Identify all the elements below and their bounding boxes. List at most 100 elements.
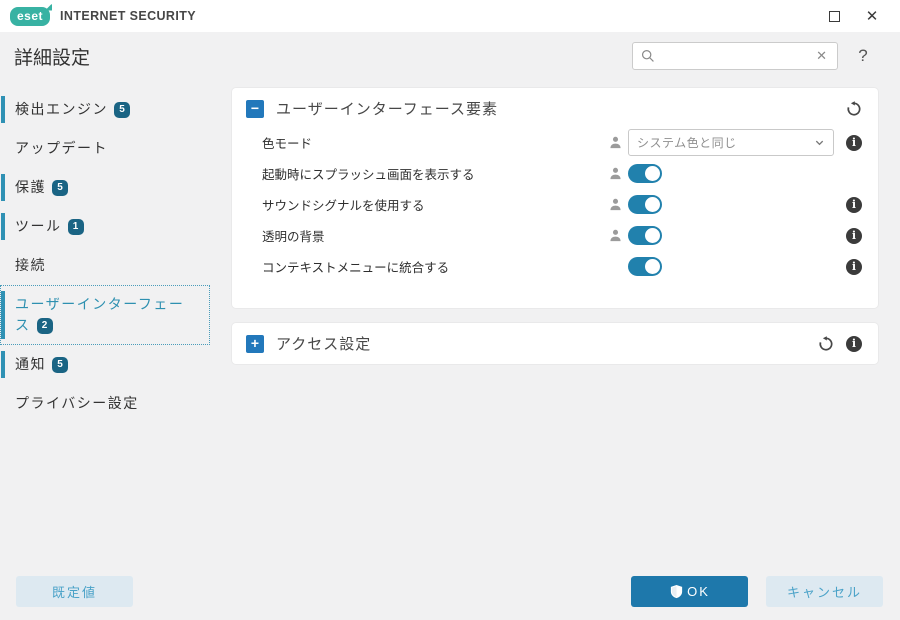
control-slot [628, 226, 834, 245]
section-title: アクセス設定 [276, 333, 371, 354]
sidebar-item-user-interface[interactable]: ユーザーインターフェース2 [0, 285, 210, 345]
admin-slot [606, 228, 624, 243]
revert-to-default-button[interactable] [846, 101, 862, 117]
section-ui-elements-header: − ユーザーインターフェース要素 [232, 88, 878, 127]
settings-content: − ユーザーインターフェース要素 色モード [232, 80, 900, 379]
maximize-button[interactable] [822, 4, 846, 28]
admin-slot [606, 166, 624, 181]
sidebar-item-tools[interactable]: ツール 1 [0, 207, 210, 246]
context-menu-toggle-on[interactable] [628, 257, 662, 276]
status-badge: 5 [52, 357, 68, 373]
toggle-knob [645, 259, 660, 274]
titlebar: eset INTERNET SECURITY ✕ [0, 0, 900, 32]
info-icon[interactable]: i [846, 197, 862, 213]
help-icon[interactable]: ? [854, 46, 872, 66]
eset-advanced-setup-window: eset INTERNET SECURITY ✕ 詳細設定 ✕ ? [0, 0, 900, 620]
sidebar-item-label: 保護 [15, 179, 46, 195]
expand-icon[interactable]: + [246, 335, 264, 353]
control-slot: システム色と同じ [628, 129, 834, 156]
sidebar-item-label: アップデート [15, 140, 108, 156]
toggle-knob [645, 166, 660, 181]
sidebar-item-label: 検出エンジン [15, 101, 108, 117]
sidebar-item-notifications[interactable]: 通知 5 [0, 345, 210, 384]
info-icon[interactable]: i [846, 336, 862, 352]
eset-logo: eset [10, 7, 50, 26]
setting-row-transparent-background: 透明の背景 i [232, 220, 878, 251]
status-badge: 5 [114, 102, 130, 118]
modified-indicator-bar [1, 174, 5, 201]
setting-row-color-mode: 色モード システム色と同じ [232, 127, 878, 158]
info-slot: i [846, 197, 862, 213]
setting-row-splash-screen: 起動時にスプラッシュ画面を表示する [232, 158, 878, 189]
search-clear-icon[interactable]: ✕ [814, 48, 829, 64]
page-title: 詳細設定 [14, 43, 90, 70]
sidebar-item-label: プライバシー設定 [15, 395, 139, 411]
cancel-button[interactable]: キャンセル [766, 576, 883, 607]
color-mode-dropdown[interactable]: システム色と同じ [628, 129, 834, 156]
sidebar-item-detection-engine[interactable]: 検出エンジン 5 [0, 90, 210, 129]
modified-indicator-bar [1, 213, 5, 240]
close-button[interactable]: ✕ [860, 4, 884, 28]
sidebar-item-protection[interactable]: 保護 5 [0, 168, 210, 207]
sound-signal-toggle-on[interactable] [628, 195, 662, 214]
ok-button-label: OK [687, 584, 710, 599]
window-controls: ✕ [822, 4, 900, 28]
sidebar-item-label: 接続 [15, 257, 46, 273]
modified-indicator-bar [1, 291, 5, 339]
search-input[interactable] [661, 49, 814, 63]
toggle-knob [645, 228, 660, 243]
section-access-setup: + アクセス設定 i [232, 323, 878, 364]
control-slot [628, 257, 834, 276]
transparent-background-toggle-on[interactable] [628, 226, 662, 245]
setting-label: コンテキストメニューに統合する [262, 257, 606, 276]
section-header-icons: i [818, 336, 862, 352]
main-area: 検出エンジン 5 アップデート 保護 5 ツール 1 接続 ユーザーインターフェース2 [0, 80, 900, 423]
sidebar-item-label: 通知 [15, 356, 46, 372]
control-slot [628, 195, 834, 214]
maximize-icon [829, 11, 840, 22]
sidebar-item-connectivity[interactable]: 接続 [0, 246, 210, 285]
splash-screen-toggle-on[interactable] [628, 164, 662, 183]
dropdown-selected-value: システム色と同じ [637, 134, 814, 151]
app-name: INTERNET SECURITY [60, 9, 196, 23]
revert-to-default-button[interactable] [818, 336, 834, 352]
chevron-down-icon [814, 137, 825, 148]
modified-indicator-bar [1, 96, 5, 123]
info-slot: i [846, 259, 862, 275]
sidebar-item-label: ツール [15, 218, 62, 234]
status-badge: 2 [37, 318, 53, 334]
section-header-icons [846, 101, 862, 117]
info-slot: i [846, 135, 862, 151]
setting-row-context-menu: コンテキストメニューに統合する i [232, 251, 878, 282]
control-slot [628, 164, 834, 183]
admin-user-icon [608, 228, 623, 243]
footer: 既定値 OK キャンセル [16, 576, 883, 607]
admin-user-icon [608, 135, 623, 150]
info-icon[interactable]: i [846, 135, 862, 151]
default-button[interactable]: 既定値 [16, 576, 133, 607]
search-icon [641, 49, 655, 63]
info-icon[interactable]: i [846, 228, 862, 244]
status-badge: 1 [68, 219, 84, 235]
info-icon[interactable]: i [846, 259, 862, 275]
sidebar-item-update[interactable]: アップデート [0, 129, 210, 168]
setting-label: 色モード [262, 133, 606, 152]
collapse-icon[interactable]: − [246, 100, 264, 118]
setting-label: 透明の背景 [262, 226, 606, 245]
ok-button[interactable]: OK [631, 576, 748, 607]
setting-row-sound-signal: サウンドシグナルを使用する i [232, 189, 878, 220]
toggle-knob [645, 197, 660, 212]
admin-user-icon [608, 197, 623, 212]
status-badge: 5 [52, 180, 68, 196]
sidebar-item-privacy-settings[interactable]: プライバシー設定 [0, 384, 210, 423]
search-box[interactable]: ✕ [632, 42, 838, 70]
section-title: ユーザーインターフェース要素 [276, 98, 498, 119]
revert-icon [818, 336, 834, 352]
section-ui-elements: − ユーザーインターフェース要素 色モード [232, 88, 878, 308]
modified-indicator-bar [1, 351, 5, 378]
section-access-setup-header: + アクセス設定 i [232, 323, 878, 364]
page-header: 詳細設定 ✕ ? [0, 32, 900, 80]
section-ui-rows: 色モード システム色と同じ [232, 127, 878, 308]
info-slot: i [846, 228, 862, 244]
setting-label: 起動時にスプラッシュ画面を表示する [262, 164, 606, 183]
